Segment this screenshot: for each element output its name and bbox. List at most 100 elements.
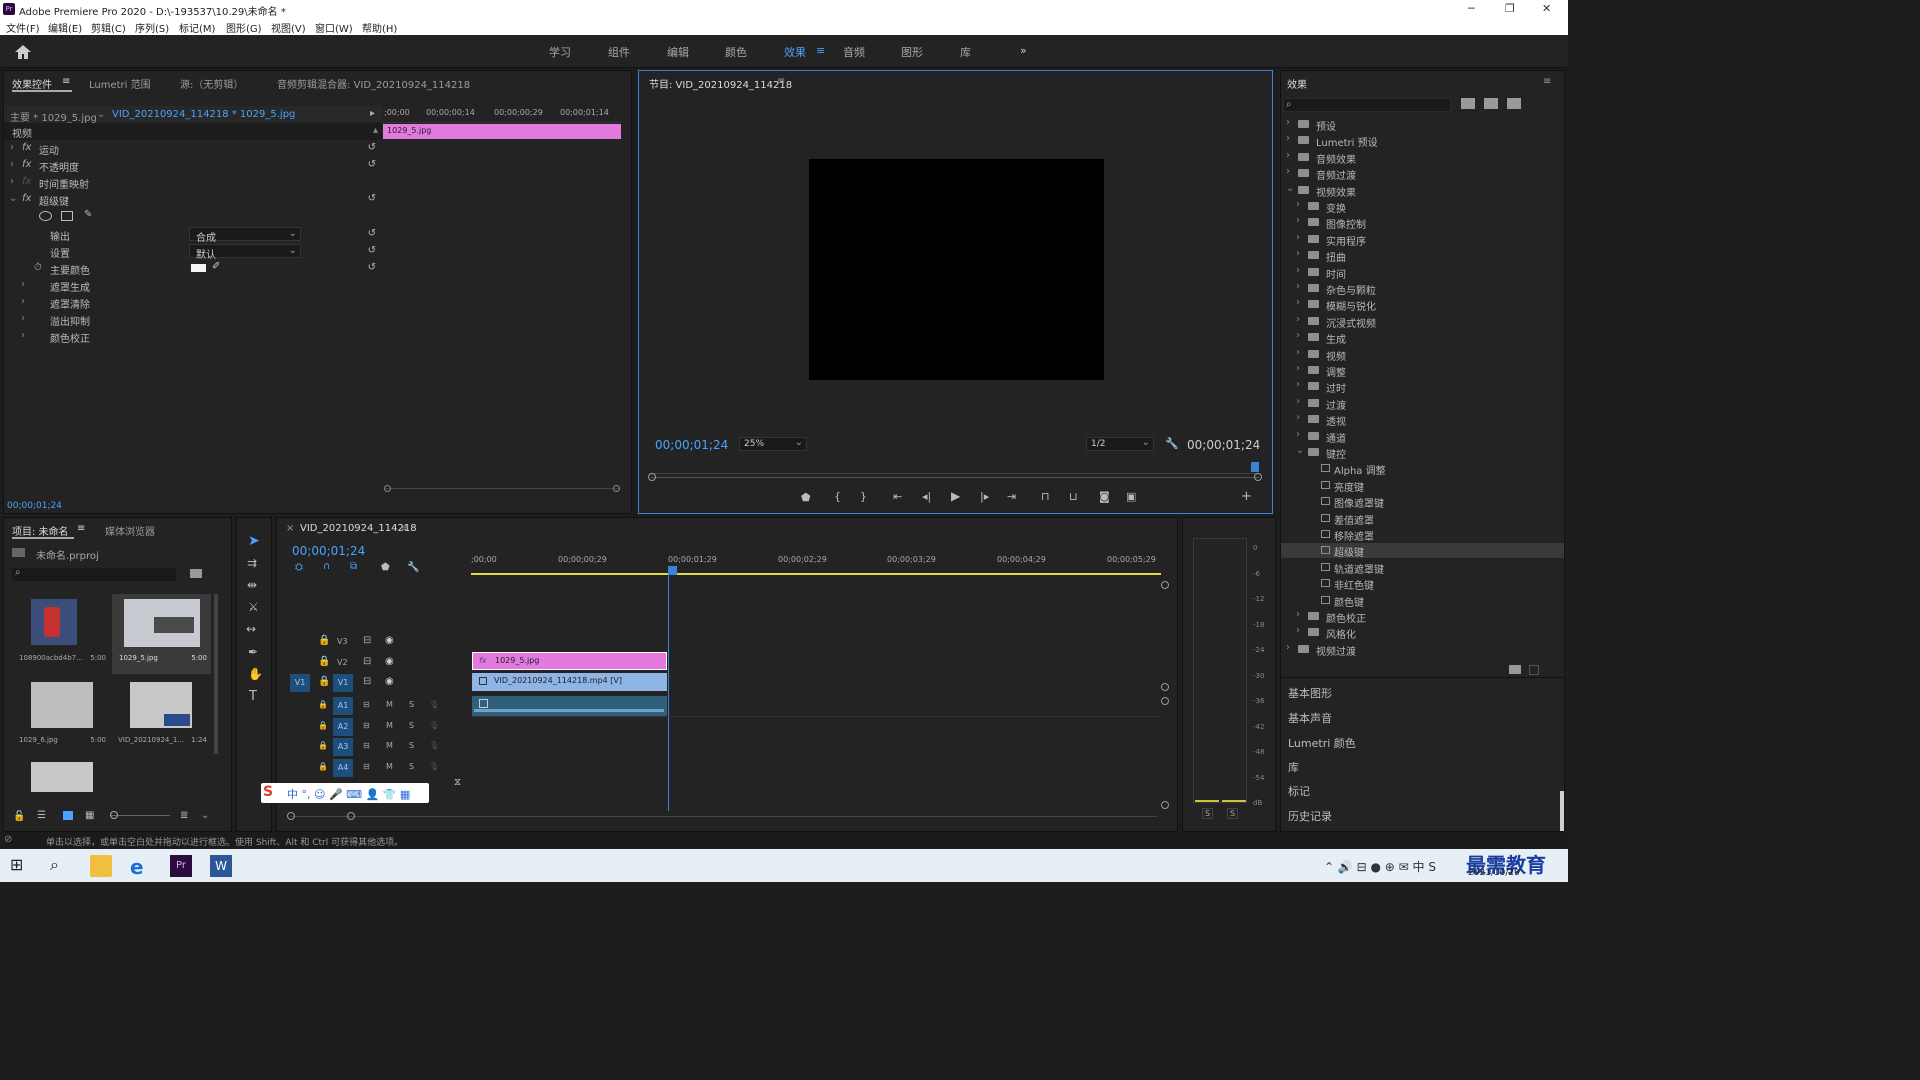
track-label[interactable]: A4 <box>333 758 353 777</box>
type-tool-icon[interactable]: T <box>249 689 257 704</box>
effect-tree-item[interactable]: › 过时 <box>1281 379 1564 395</box>
effect-row-opacity[interactable]: › fx 不透明度 ↺ <box>4 157 382 174</box>
effect-tree-item[interactable]: › 调整 <box>1281 363 1564 379</box>
workspace-graphics[interactable]: 图形 <box>901 44 923 60</box>
chevron-right-icon[interactable]: › <box>1296 429 1300 440</box>
scroll-handle-right[interactable] <box>613 485 620 492</box>
menu-window[interactable]: 窗口(W) <box>315 20 353 35</box>
tab-lumetri-scopes[interactable]: Lumetri 范围 <box>89 76 151 91</box>
search-icon[interactable]: ⌕ <box>50 855 72 877</box>
list-view-icon[interactable]: ☰ <box>37 810 46 821</box>
windows-start-icon[interactable]: ⊞ <box>10 855 32 877</box>
lock-icon[interactable]: 🔒 <box>318 656 330 667</box>
chevron-right-icon[interactable]: › <box>1296 199 1300 210</box>
solo-button[interactable]: S <box>409 721 414 730</box>
master-clip-label[interactable]: 主要 * 1029_5.jpg <box>10 109 97 124</box>
sub-row-spill[interactable]: › 溢出抑制 <box>4 311 382 328</box>
menu-marker[interactable]: 标记(M) <box>179 20 215 35</box>
chevron-right-icon[interactable]: › <box>1296 297 1300 308</box>
clip-reference[interactable]: VID_20210924_114218 * 1029_5.jpg <box>112 109 295 120</box>
effect-tree-item[interactable]: 颜色键 <box>1281 593 1564 609</box>
stopwatch-icon[interactable]: ⏱ <box>34 262 42 273</box>
zoom-handle-left[interactable] <box>287 812 295 820</box>
project-item[interactable]: 1029_6.jpg 5:00 <box>13 678 110 748</box>
effect-tree-item[interactable]: › 视频 <box>1281 347 1564 363</box>
mute-button[interactable]: M <box>386 721 393 730</box>
expand-icon[interactable]: › <box>21 313 25 324</box>
zoom-handle-right[interactable] <box>347 812 355 820</box>
workspace-audio[interactable]: 音频 <box>843 44 865 60</box>
chevron-right-icon[interactable]: › <box>1296 265 1300 276</box>
zoom-bar[interactable] <box>648 473 1262 481</box>
premiere-taskbar-icon[interactable]: Pr <box>170 855 192 877</box>
track-select-tool-icon[interactable]: ⇉ <box>247 556 257 570</box>
hand-tool-icon[interactable]: ✋ <box>248 667 263 681</box>
edge-browser-icon[interactable]: e <box>130 855 152 879</box>
pen-tool-icon[interactable]: ✒ <box>248 645 258 659</box>
effect-tree-item[interactable]: › 图像控制 <box>1281 215 1564 231</box>
sync-lock-icon[interactable]: ⊟ <box>363 635 371 646</box>
fx-icon[interactable]: fx <box>22 142 31 153</box>
snap-icon[interactable]: ∩ <box>323 561 330 572</box>
workspace-color[interactable]: 颜色 <box>725 44 747 60</box>
chevron-right-icon[interactable]: › <box>1296 347 1300 358</box>
workspace-effects[interactable]: 效果 <box>784 44 806 60</box>
chevron-right-icon[interactable]: › <box>1286 133 1290 144</box>
lock-icon[interactable]: 🔓 <box>13 811 25 822</box>
yuv-effects-icon[interactable] <box>1507 98 1521 109</box>
linked-selection-icon[interactable]: ⧉ <box>350 561 357 572</box>
workspace-menu-icon[interactable]: ≡ <box>816 44 825 57</box>
sync-lock-icon[interactable]: ⊟ <box>363 741 370 750</box>
effect-row-ultra-key[interactable]: ⌄ fx 超级键 ↺ <box>4 191 382 208</box>
close-tab-icon[interactable]: × <box>286 523 294 534</box>
effect-tree-item[interactable]: › 生成 <box>1281 330 1564 346</box>
chevron-right-icon[interactable]: › <box>1296 412 1300 423</box>
solo-button[interactable]: S <box>409 700 414 709</box>
sort-icon[interactable]: ≣ <box>180 810 188 821</box>
track-label[interactable]: A1 <box>333 697 353 715</box>
program-time-ruler[interactable] <box>649 462 1259 474</box>
chevron-right-icon[interactable]: › <box>1286 150 1290 161</box>
output-dropdown[interactable]: 合成 ⌄ <box>189 227 301 244</box>
chevron-down-icon[interactable]: ⌄ <box>1286 183 1294 194</box>
sync-lock-icon[interactable]: ⊟ <box>363 762 370 771</box>
menu-sequence[interactable]: 序列(S) <box>135 20 169 35</box>
chevron-right-icon[interactable]: › <box>1296 248 1300 259</box>
system-tray-icons[interactable]: ⌃ 🔊 ⊟ ● ⊕ ✉ 中 S <box>1324 858 1436 875</box>
effect-tree-item[interactable]: 非红色键 <box>1281 576 1564 592</box>
vertical-zoom-handle[interactable] <box>1161 697 1169 705</box>
zoom-slider-handle[interactable] <box>110 811 118 819</box>
lock-icon[interactable]: 🔒 <box>318 741 328 750</box>
effect-tree-item[interactable]: › 时间 <box>1281 265 1564 281</box>
playhead-marker[interactable] <box>1251 462 1259 472</box>
32bit-effects-icon[interactable] <box>1484 98 1498 109</box>
freeform-view-icon[interactable]: ▦ <box>85 810 94 821</box>
menu-edit[interactable]: 编辑(E) <box>48 20 82 35</box>
timeline-ruler[interactable]: ;00;00 00;00;00;29 00;00;01;29 00;00;02;… <box>471 551 1161 575</box>
effect-tree-item[interactable]: Alpha 调整 <box>1281 461 1564 477</box>
menu-clip[interactable]: 剪辑(C) <box>91 20 126 35</box>
effect-timeline-ruler[interactable]: ;00;00 00;00;00;14 00;00;00;29 00;00;01;… <box>382 106 622 123</box>
workspace-libraries[interactable]: 库 <box>960 44 971 60</box>
scroll-up-icon[interactable]: ▴ <box>373 125 378 136</box>
tab-source[interactable]: 源:（无剪辑） <box>180 76 243 91</box>
mix-track-icon[interactable]: ⧖ <box>454 777 461 788</box>
sogou-logo-icon[interactable]: S <box>263 784 273 800</box>
effect-tree-item[interactable]: › 预设 <box>1281 117 1564 133</box>
file-explorer-icon[interactable] <box>90 855 112 877</box>
lock-icon[interactable]: 🔒 <box>318 762 328 771</box>
effect-tree-item[interactable]: › 风格化 <box>1281 625 1564 641</box>
effect-tree-item[interactable]: › 杂色与颗粒 <box>1281 281 1564 297</box>
chevron-down-icon[interactable]: ⌄ <box>201 810 209 821</box>
effect-tree-item[interactable]: › Lumetri 预设 <box>1281 133 1564 149</box>
pen-mask-icon[interactable]: ✎ <box>84 209 92 220</box>
scrollbar[interactable] <box>214 594 218 754</box>
vertical-zoom-handle[interactable] <box>1161 581 1169 589</box>
chevron-right-icon[interactable]: › <box>1296 232 1300 243</box>
go-to-in-icon[interactable]: ⇤ <box>893 490 902 503</box>
clip-vid-video[interactable]: VID_20210924_114218.mp4 [V] <box>472 673 667 691</box>
mute-button[interactable]: M <box>386 700 393 709</box>
panel-menu-icon[interactable]: ≡ <box>77 523 85 534</box>
add-marker-icon[interactable]: ⬟ <box>381 562 390 573</box>
project-item[interactable]: 108900acbd4b7... 5:00 <box>13 594 110 674</box>
